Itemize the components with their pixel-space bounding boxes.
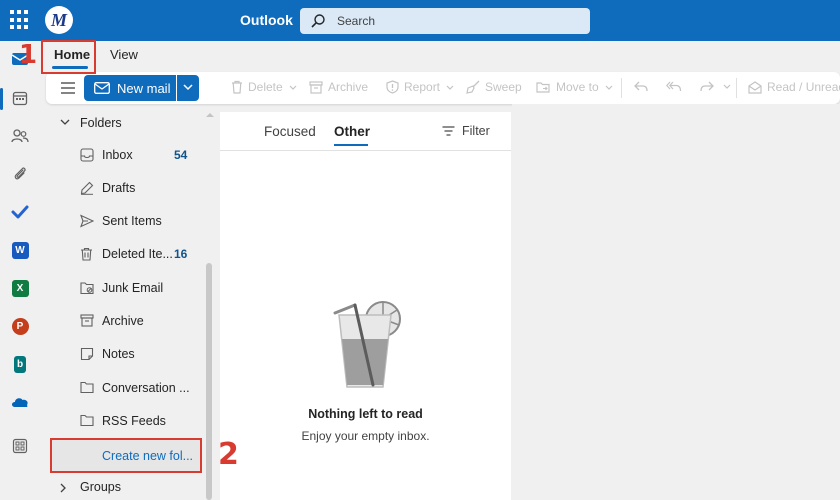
reply-button[interactable]	[634, 80, 653, 92]
envelope-icon	[94, 82, 110, 94]
ribbon-toolbar: New mail Delete Archive Report Sweep Mov…	[46, 72, 840, 104]
move-to-button[interactable]: Move to	[536, 80, 619, 94]
app-launcher-icon[interactable]	[10, 10, 30, 30]
broom-icon	[466, 80, 480, 94]
archive-icon	[80, 314, 94, 327]
ribbon-divider	[621, 78, 622, 98]
calendar-icon[interactable]	[8, 86, 32, 110]
trash-icon	[81, 247, 92, 261]
filter-icon	[442, 126, 455, 136]
folder-item-deleted-items[interactable]: Deleted Ite... 16	[40, 238, 205, 270]
trash-icon	[232, 80, 242, 94]
drafts-icon	[80, 181, 94, 195]
todo-icon[interactable]	[8, 200, 32, 224]
ribbon-divider	[736, 78, 737, 98]
empty-state-subtitle: Enjoy your empty inbox.	[301, 429, 430, 443]
chevron-right-icon	[60, 483, 66, 493]
rail-selection-indicator	[0, 88, 3, 110]
new-mail-label: New mail	[117, 81, 171, 96]
folder-move-icon	[536, 81, 550, 93]
hamburger-menu-icon[interactable]	[60, 82, 76, 94]
folder-pane-scrollbar[interactable]	[206, 263, 212, 500]
forward-icon	[700, 81, 714, 92]
report-button[interactable]: Report	[386, 80, 460, 94]
new-mail-button[interactable]: New mail	[84, 75, 176, 101]
message-list-pane: Focused Other Filter Nothing left to rea…	[220, 112, 511, 500]
notes-icon	[80, 347, 94, 361]
empty-state-title: Nothing left to read	[308, 407, 423, 421]
app-rail: W X P b	[0, 41, 40, 500]
scroll-up-arrow-icon[interactable]	[206, 112, 214, 118]
message-list-divider	[220, 150, 511, 151]
top-header-bar: M Outlook Search	[0, 0, 840, 41]
unread-count: 16	[174, 247, 188, 261]
powerpoint-icon[interactable]: P	[8, 314, 32, 338]
annotation-step-1: 1	[19, 40, 38, 70]
chevron-down-icon	[183, 84, 193, 91]
folders-section-header[interactable]: Folders	[40, 110, 205, 136]
tab-view[interactable]: View	[110, 47, 138, 62]
tab-other-indicator	[334, 144, 368, 146]
inbox-icon	[80, 148, 94, 162]
reply-all-icon	[666, 81, 682, 92]
folder-icon	[80, 414, 94, 427]
delete-button[interactable]: Delete	[231, 80, 303, 94]
folder-icon	[80, 381, 94, 394]
folder-item-archive[interactable]: Archive	[40, 305, 205, 337]
annotation-box-home	[41, 40, 96, 74]
folder-item-notes[interactable]: Notes	[40, 338, 205, 370]
new-mail-dropdown[interactable]	[177, 75, 199, 101]
archive-button[interactable]: Archive	[309, 80, 368, 94]
folder-item-inbox[interactable]: Inbox 54	[40, 139, 205, 171]
unread-count: 54	[174, 148, 188, 162]
ribbon-tabs: Home View	[40, 41, 840, 71]
create-new-folder-button[interactable]: Create new fol...	[50, 438, 202, 473]
search-placeholder: Search	[337, 14, 376, 28]
chevron-down-icon	[723, 84, 731, 89]
excel-icon[interactable]: X	[8, 276, 32, 300]
envelope-open-icon	[748, 80, 762, 94]
shield-icon	[386, 80, 399, 94]
archive-icon	[309, 80, 323, 94]
send-icon	[80, 214, 94, 228]
tab-other[interactable]: Other	[334, 124, 370, 139]
sweep-button[interactable]: Sweep	[466, 80, 522, 94]
search-box[interactable]: Search	[300, 8, 590, 34]
app-title[interactable]: Outlook	[240, 12, 293, 28]
forward-button[interactable]	[700, 80, 737, 92]
search-icon	[311, 14, 325, 28]
groups-section-header[interactable]: Groups	[40, 474, 205, 500]
reading-pane	[512, 104, 840, 500]
folder-item-drafts[interactable]: Drafts	[40, 172, 205, 204]
word-icon[interactable]: W	[8, 238, 32, 262]
read-unread-button[interactable]: Read / Unread	[748, 80, 840, 94]
chevron-down-icon	[60, 119, 70, 125]
empty-glass-illustration	[333, 301, 401, 388]
folder-item-sent-items[interactable]: Sent Items	[40, 205, 205, 237]
reply-icon	[634, 81, 648, 92]
filter-button[interactable]: Filter	[442, 124, 490, 138]
onedrive-icon[interactable]	[8, 390, 32, 414]
org-logo[interactable]: M	[45, 6, 73, 34]
folder-item-junk-email[interactable]: Junk Email	[40, 272, 205, 304]
people-icon[interactable]	[8, 124, 32, 148]
chevron-down-icon	[446, 85, 454, 90]
annotation-step-2: 2	[218, 437, 239, 472]
reply-all-button[interactable]	[666, 80, 687, 92]
chevron-down-icon	[289, 85, 297, 90]
bookings-icon[interactable]: b	[8, 352, 32, 376]
more-apps-icon[interactable]	[8, 434, 32, 458]
folder-item-rss-feeds[interactable]: RSS Feeds	[40, 405, 205, 437]
junk-icon	[80, 282, 94, 295]
attachment-icon[interactable]	[8, 162, 32, 186]
tab-focused[interactable]: Focused	[264, 124, 316, 139]
chevron-down-icon	[605, 85, 613, 90]
folder-item-conversation-history[interactable]: Conversation ...	[40, 372, 205, 404]
